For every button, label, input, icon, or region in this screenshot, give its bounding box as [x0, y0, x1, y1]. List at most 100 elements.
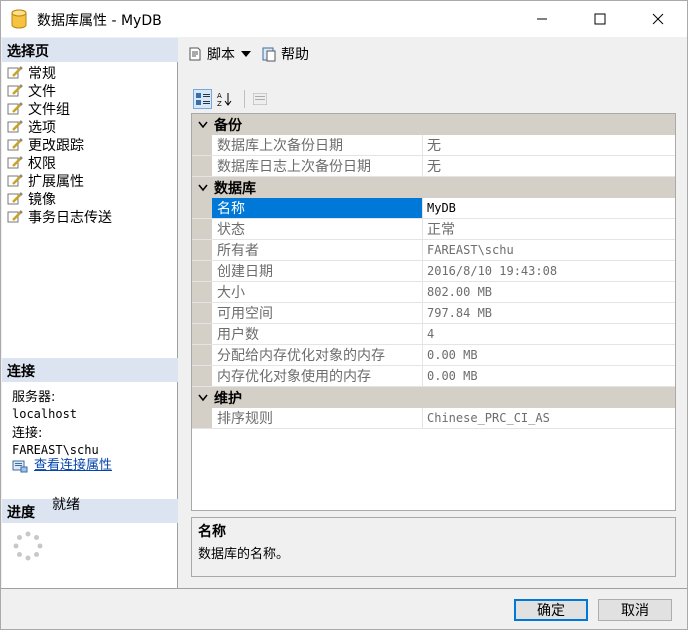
property-name: 所有者 — [212, 240, 423, 260]
property-row[interactable]: 内存优化对象使用的内存 0.00 MB — [192, 366, 675, 387]
categorized-view-button[interactable] — [193, 89, 213, 109]
property-value[interactable]: 4 — [423, 324, 675, 344]
property-value[interactable]: 797.84 MB — [423, 303, 675, 323]
property-value[interactable]: 0.00 MB — [423, 345, 675, 365]
chevron-down-icon — [192, 184, 214, 192]
property-row[interactable]: 创建日期 2016/8/10 19:43:08 — [192, 261, 675, 282]
page-item-label: 镜像 — [28, 192, 56, 208]
script-button[interactable]: 脚本 — [187, 44, 235, 64]
row-gutter — [192, 282, 212, 302]
row-gutter — [192, 345, 212, 365]
page-icon — [7, 138, 23, 151]
property-row[interactable]: 名称 MyDB — [192, 198, 675, 219]
page-icon — [7, 156, 23, 169]
property-row[interactable]: 用户数 4 — [192, 324, 675, 345]
property-value[interactable]: MyDB — [423, 198, 675, 218]
page-icon — [7, 102, 23, 115]
server-value: localhost — [12, 407, 78, 421]
help-icon — [262, 47, 276, 62]
row-gutter — [192, 219, 212, 239]
page-item-label: 常规 — [28, 66, 56, 82]
property-value[interactable]: 2016/8/10 19:43:08 — [423, 261, 675, 281]
property-value[interactable]: FAREAST\schu — [423, 240, 675, 260]
property-value[interactable]: 无 — [423, 156, 675, 176]
property-name: 创建日期 — [212, 261, 423, 281]
property-row[interactable]: 状态 正常 — [192, 219, 675, 240]
property-name: 内存优化对象使用的内存 — [212, 366, 423, 386]
property-row[interactable]: 可用空间 797.84 MB — [192, 303, 675, 324]
ok-button[interactable]: 确定 — [514, 599, 588, 621]
row-gutter — [192, 135, 212, 155]
property-name: 大小 — [212, 282, 423, 302]
connection-value: FAREAST\schu — [12, 443, 99, 457]
property-grid: 备份 数据库上次备份日期无数据库日志上次备份日期无数据库 名称 MyDB 状态 正常 所有者… — [191, 113, 676, 511]
minimize-icon — [537, 18, 547, 20]
property-value[interactable]: Chinese_PRC_CI_AS — [423, 408, 675, 428]
database-icon — [11, 9, 27, 29]
progress-header: 进度 — [2, 499, 178, 523]
script-dropdown-button[interactable] — [241, 50, 255, 58]
maximize-button[interactable] — [577, 1, 623, 37]
page-icon — [7, 174, 23, 187]
page-icon — [7, 192, 23, 205]
page-item[interactable]: 事务日志传送 — [2, 208, 178, 226]
close-icon — [652, 13, 664, 25]
page-item[interactable]: 文件组 — [2, 100, 178, 118]
row-gutter — [192, 303, 212, 323]
close-button[interactable] — [635, 1, 681, 37]
row-gutter — [192, 240, 212, 260]
cancel-button[interactable]: 取消 — [598, 599, 672, 621]
page-item-label: 更改跟踪 — [28, 138, 84, 154]
grid-category[interactable]: 维护 — [192, 387, 675, 408]
page-item[interactable]: 选项 — [2, 118, 178, 136]
property-row[interactable]: 数据库上次备份日期无 — [192, 135, 675, 156]
page-item[interactable]: 权限 — [2, 154, 178, 172]
progress-spinner-icon — [13, 531, 43, 561]
view-connection-properties-link[interactable]: 查看连接属性 — [12, 458, 112, 474]
select-page-header: 选择页 — [2, 38, 178, 62]
description-title: 名称 — [198, 524, 226, 540]
page-item[interactable]: 常规 — [2, 64, 178, 82]
alphabetical-view-button[interactable]: A Z — [215, 89, 234, 109]
property-name: 用户数 — [212, 324, 423, 344]
property-value[interactable]: 0.00 MB — [423, 366, 675, 386]
description-pane: 名称 数据库的名称。 — [191, 517, 676, 577]
property-name: 状态 — [212, 219, 423, 239]
property-grid-toolbar: A Z — [193, 88, 273, 110]
page-item-label: 扩展属性 — [28, 174, 84, 190]
property-row[interactable]: 分配给内存优化对象的内存 0.00 MB — [192, 345, 675, 366]
properties-icon — [12, 460, 28, 473]
connection-header: 连接 — [2, 358, 178, 382]
property-value[interactable]: 正常 — [423, 219, 675, 239]
connection-info: 服务器: localhost 连接: FAREAST\schu 查看连接属性 — [12, 390, 112, 474]
maximize-icon — [594, 13, 606, 25]
window-title: 数据库属性 - MyDB — [37, 13, 162, 29]
property-row[interactable]: 排序规则 Chinese_PRC_CI_AS — [192, 408, 675, 429]
row-gutter — [192, 261, 212, 281]
page-item[interactable]: 扩展属性 — [2, 172, 178, 190]
grid-category-label: 维护 — [214, 390, 242, 407]
property-row[interactable]: 所有者 FAREAST\schu — [192, 240, 675, 261]
grid-category[interactable]: 备份 — [192, 114, 675, 135]
property-name: 名称 — [212, 198, 423, 218]
left-panel: 选择页 常规 文件 文件组 选项更改跟踪权限扩展属性镜像 事务日志传送 连接 服务器: … — [2, 38, 178, 588]
property-row[interactable]: 数据库日志上次备份日期无 — [192, 156, 675, 177]
property-row[interactable]: 大小 802.00 MB — [192, 282, 675, 303]
page-item[interactable]: 更改跟踪 — [2, 136, 178, 154]
minimize-button[interactable] — [519, 1, 565, 37]
progress-status: 就绪 — [52, 497, 80, 513]
page-item-label: 权限 — [28, 156, 56, 172]
page-item[interactable]: 镜像 — [2, 190, 178, 208]
row-gutter — [192, 324, 212, 344]
property-value[interactable]: 无 — [423, 135, 675, 155]
page-item[interactable]: 文件 — [2, 82, 178, 100]
description-text: 数据库的名称。 — [198, 547, 290, 562]
property-pages-button[interactable] — [251, 89, 270, 109]
page-icon — [7, 66, 23, 79]
connection-label: 连接: — [12, 426, 43, 441]
property-value[interactable]: 802.00 MB — [423, 282, 675, 302]
grid-category[interactable]: 数据库 — [192, 177, 675, 198]
page-icon — [7, 120, 23, 133]
help-button[interactable]: 帮助 — [261, 44, 309, 64]
svg-text:Z: Z — [217, 100, 222, 107]
